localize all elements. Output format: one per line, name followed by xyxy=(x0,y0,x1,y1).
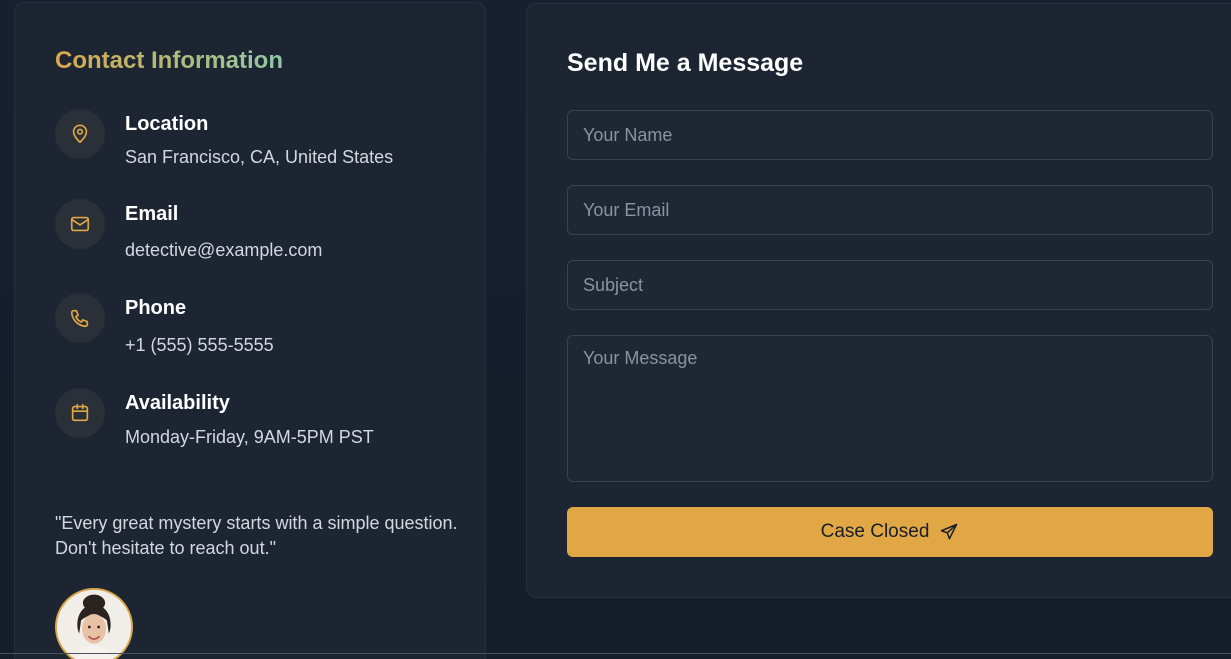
message-textarea[interactable] xyxy=(567,335,1213,482)
phone-item: Phone +1 (555) 555-5555 xyxy=(55,293,455,356)
availability-value: Monday-Friday, 9AM-5PM PST xyxy=(125,427,374,447)
subject-input[interactable] xyxy=(567,260,1213,310)
bottom-divider xyxy=(0,653,1231,654)
availability-label: Availability xyxy=(125,392,230,414)
phone-icon xyxy=(55,293,105,343)
contact-quote: "Every great mystery starts with a simpl… xyxy=(55,513,458,558)
phone-label: Phone xyxy=(125,297,187,319)
mail-icon xyxy=(55,199,105,249)
avatar-portrait xyxy=(57,590,131,659)
form-title: Send Me a Message xyxy=(567,49,804,77)
submit-label: Case Closed xyxy=(820,521,930,542)
page: Contact Information Location San Francis… xyxy=(0,0,1231,659)
name-input[interactable] xyxy=(567,110,1213,160)
location-label: Location xyxy=(125,113,209,135)
contact-title: Contact Information xyxy=(55,47,283,74)
calendar-icon xyxy=(55,388,105,438)
send-icon xyxy=(941,523,958,540)
map-pin-icon xyxy=(55,109,105,159)
phone-value[interactable]: +1 (555) 555-5555 xyxy=(125,335,274,356)
email-value[interactable]: detective@example.com xyxy=(125,240,322,261)
email-input[interactable] xyxy=(567,185,1213,235)
message-form-card: Send Me a Message Case Closed xyxy=(526,3,1231,598)
avatar xyxy=(55,588,133,659)
location-item: Location San Francisco, CA, United State… xyxy=(55,109,455,169)
contact-info-card: Contact Information Location San Francis… xyxy=(14,2,486,659)
location-value: San Francisco, CA, United States xyxy=(125,147,394,167)
availability-item: Availability Monday-Friday, 9AM-5PM PST xyxy=(55,388,455,448)
email-item: Email detective@example.com xyxy=(55,199,455,261)
submit-button[interactable]: Case Closed xyxy=(567,507,1213,557)
email-label: Email xyxy=(125,203,179,225)
